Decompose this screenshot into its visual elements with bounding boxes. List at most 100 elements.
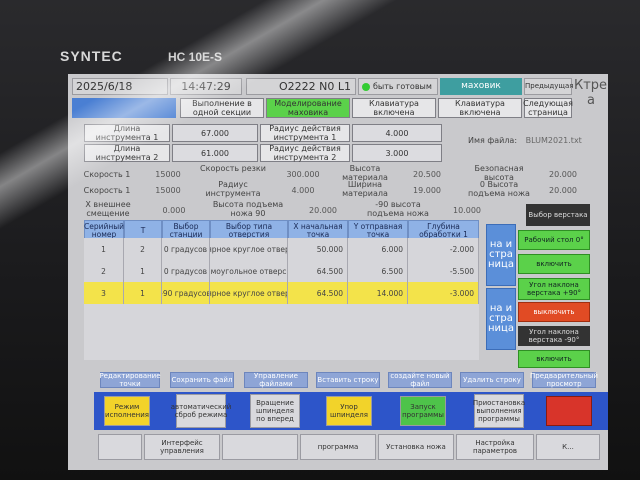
tab-single-block[interactable]: Выполнение в одной секции [180, 98, 264, 118]
speed-2-value[interactable]: 15000 [148, 186, 188, 195]
lift-minus90-label: -90 высота подъема ножа [367, 200, 429, 218]
next-page-button[interactable]: Следующая страница [523, 98, 573, 118]
cell-serial: 1 [84, 238, 124, 260]
softkey-insert-line[interactable]: Вставить строку [316, 372, 380, 388]
page-down-button[interactable]: на и стра ница [486, 288, 516, 350]
disable-button[interactable]: выключить [518, 302, 590, 322]
program-display: O2222 N0 L1 [246, 78, 356, 95]
cell-station: -90 градусов [162, 282, 210, 304]
model-label: HC 10E-S [168, 50, 223, 64]
cell-x: 64.500 [288, 260, 348, 282]
softkey-save-file[interactable]: Сохранить файл [170, 372, 234, 388]
bottom-key-2[interactable] [222, 434, 298, 460]
fkey-spindle-forward[interactable]: Вращение шпинделя по вперед [250, 394, 300, 428]
bottom-key-0[interactable] [98, 434, 142, 460]
cut-speed-value[interactable]: 300.000 [268, 170, 338, 179]
cell-x: 50.000 [288, 238, 348, 260]
cell-station: 0 градусов [162, 260, 210, 282]
cell-depth: -5.500 [408, 260, 479, 282]
material-width-value[interactable]: 19.000 [402, 186, 452, 195]
cell-t: 1 [124, 260, 162, 282]
next-label-2: а [587, 93, 595, 108]
table-row[interactable]: 2 1 0 градусов моугольное отверс 64.500 … [84, 260, 479, 283]
zero-lift-height-value[interactable]: 20.000 [538, 186, 588, 195]
next-label-1: Ктрево [574, 78, 608, 93]
prev-page-button[interactable]: Предыдущая страница [524, 78, 573, 105]
material-width-label: Ширина материала [342, 180, 388, 198]
cell-t: 2 [124, 238, 162, 260]
softkey-file-manager[interactable]: Управление файлами [244, 372, 308, 388]
tool-length-1-field[interactable]: 67.000 [172, 124, 258, 142]
page-up-button[interactable]: на и стра ница [486, 224, 516, 286]
speed-1-label: Скорость 1 [83, 170, 131, 179]
table-row-selected[interactable]: 3 1 -90 градусов ярное круглое отвер 64.… [84, 282, 479, 305]
safe-height-value[interactable]: 20.000 [538, 170, 588, 179]
enable-button-2[interactable]: включить [518, 350, 590, 368]
material-height-value[interactable]: 20.500 [402, 170, 452, 179]
bottom-key-tool-setup[interactable]: Установка ножа [378, 434, 454, 460]
cell-depth: -3.000 [408, 282, 479, 304]
tilt-plus90-indicator: Угол наклона верстака +90° [518, 278, 590, 300]
softkey-preview[interactable]: Предварительный просмотр [530, 372, 598, 388]
cnc-screen: 2025/6/18 14:47:29 O2222 N0 L1 быть гото… [68, 74, 608, 470]
cell-t: 1 [124, 282, 162, 304]
bottom-key-control-interface[interactable]: Интерфейс управления [144, 434, 220, 460]
next-label: Ктрево а [574, 78, 608, 118]
file-name-value: BLUM2021.txt [525, 136, 582, 145]
cell-hole-type: ярное круглое отвер [210, 238, 288, 260]
cell-hole-type: ярное круглое отвер [210, 282, 288, 304]
lift-90-value[interactable]: 20.000 [298, 206, 348, 215]
cell-hole-type: моугольное отверс [210, 260, 288, 282]
softkey-edit-point[interactable]: Редактирование точки [99, 372, 161, 388]
tab-keyboard-on-2[interactable]: Клавиатура включена [438, 98, 522, 118]
emergency-stop-button[interactable] [546, 396, 592, 426]
enable-worktable-button[interactable]: включить [518, 254, 590, 274]
fkey-exec-mode[interactable]: Режим исполнения [104, 396, 150, 426]
machine-state: быть готовым [358, 78, 438, 95]
zero-lift-height-label: 0 Высота подъема ножа [468, 180, 530, 198]
speed-2-label: Скорость 1 [83, 186, 131, 195]
cell-station: 0 градусов [162, 238, 210, 260]
brand-logo: SYNTEC [60, 48, 123, 64]
radius-2-label: Радиус действия инструмента 2 [260, 144, 350, 162]
x-offset-label: X внешнее смещение [85, 200, 131, 218]
tab-handwheel-sim[interactable]: Моделирование маховика [266, 98, 350, 118]
worktable-0-indicator: Рабочий стол 0° [518, 230, 590, 250]
file-name-label: Имя файла [468, 136, 515, 145]
radius-2-field[interactable]: 3.000 [352, 144, 442, 162]
blue-tab-strip [72, 98, 176, 118]
cell-x: 64.500 [288, 282, 348, 304]
fkey-spindle-stop[interactable]: Упор шпинделя [326, 396, 372, 426]
tool-length-2-field[interactable]: 61.000 [172, 144, 258, 162]
time-display: 14:47:29 [170, 78, 242, 95]
bottom-key-more[interactable]: К... [536, 434, 600, 460]
tilt-minus90-indicator: Угол наклона верстака -90° [518, 326, 590, 346]
bottom-key-program[interactable]: программа [300, 434, 376, 460]
speed-1-value[interactable]: 15000 [148, 170, 188, 179]
softkey-new-file[interactable]: создайте новый файл [388, 372, 452, 388]
cut-speed-label: Скорость резки [200, 164, 266, 173]
radius-1-label: Радиус действия инструмента 1 [260, 124, 350, 142]
radius-1-field[interactable]: 4.000 [352, 124, 442, 142]
table-empty-area [84, 304, 479, 360]
fkey-program-start[interactable]: Запуск программы [400, 396, 446, 426]
tab-keyboard-on[interactable]: Клавиатура включена [352, 98, 436, 118]
bottom-key-param-settings[interactable]: Настройка параметров [456, 434, 534, 460]
cell-serial: 3 [84, 282, 124, 304]
tool-length-2-label: Длина инструмента 2 [84, 144, 170, 162]
softkey-delete-line[interactable]: Удалить строку [460, 372, 524, 388]
tool-radius-value[interactable]: 4.000 [268, 186, 338, 195]
file-name: Имя файла: BLUM2021.txt [468, 136, 582, 145]
cell-depth: -2.000 [408, 238, 479, 260]
cell-y: 6.000 [348, 238, 408, 260]
cell-serial: 2 [84, 260, 124, 282]
cell-y: 6.500 [348, 260, 408, 282]
tool-length-1-label: Длина инструмента 1 [84, 124, 170, 142]
x-offset-value[interactable]: 0.000 [154, 206, 194, 215]
table-row[interactable]: 1 2 0 градусов ярное круглое отвер 50.00… [84, 238, 479, 261]
mode-indicator: маховик [440, 78, 522, 95]
cell-y: 14.000 [348, 282, 408, 304]
lift-minus90-value[interactable]: 10.000 [442, 206, 492, 215]
fkey-auto-reset[interactable]: автоматический сброб режима [171, 394, 231, 428]
fkey-program-pause[interactable]: Приостановка выполнения программы [473, 394, 525, 428]
